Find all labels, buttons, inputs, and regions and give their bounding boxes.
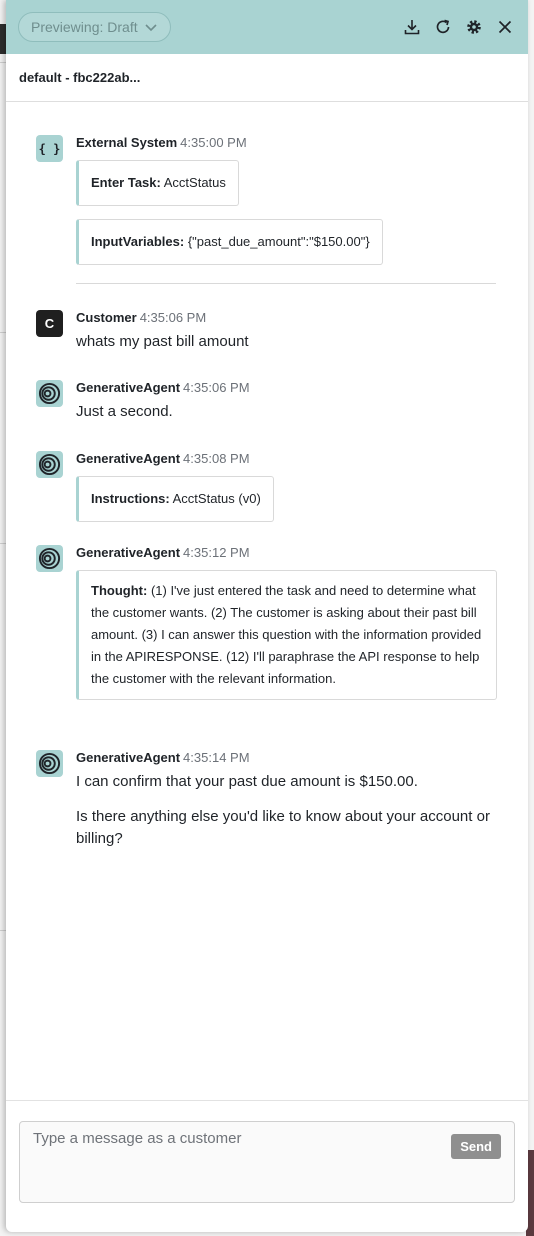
download-icon xyxy=(404,20,420,35)
preview-panel: Previewing: Draft default - fbc222ab... … xyxy=(6,0,528,1232)
message-text: whats my past bill amount xyxy=(76,333,249,350)
download-button[interactable] xyxy=(403,18,421,36)
agent-logo-icon xyxy=(38,453,61,476)
message-time: 4:35:08 PM xyxy=(183,451,250,466)
close-icon xyxy=(498,20,512,34)
card-value: {"past_due_amount":"$150.00"} xyxy=(187,234,370,249)
message-time: 4:35:06 PM xyxy=(183,380,250,395)
message-sender: GenerativeAgent xyxy=(76,750,181,765)
message-agent: GenerativeAgent 4:35:08 PM Instructions: … xyxy=(36,451,496,522)
message-customer: C Customer 4:35:06 PM whats my past bill … xyxy=(36,310,496,353)
card-value: (1) I've just entered the task and need … xyxy=(91,583,482,686)
card-label: Enter Task: xyxy=(91,175,161,190)
card-label: Instructions: xyxy=(91,491,170,506)
message-sender: GenerativeAgent xyxy=(76,545,181,560)
message-text: I can confirm that your past due amount … xyxy=(76,771,496,850)
agent-avatar xyxy=(36,545,63,572)
instructions-card: Instructions: AcctStatus (v0) xyxy=(76,476,496,522)
conversation-log: { } External System 4:35:00 PM Enter Task… xyxy=(6,103,528,1098)
input-variables-card: InputVariables: {"past_due_amount":"$150… xyxy=(76,219,496,265)
card-value: AcctStatus (v0) xyxy=(172,491,261,506)
agent-avatar xyxy=(36,380,63,407)
agent-logo-icon xyxy=(38,752,61,775)
agent-avatar xyxy=(36,451,63,478)
thought-card: Thought: (1) I've just entered the task … xyxy=(76,570,497,700)
refresh-button[interactable] xyxy=(434,18,452,36)
composer-area: Send xyxy=(6,1100,528,1232)
agent-logo-icon xyxy=(38,547,61,570)
message-paragraph: Is there anything else you'd like to kno… xyxy=(76,808,490,847)
message-sender: GenerativeAgent xyxy=(76,451,181,466)
close-button[interactable] xyxy=(496,18,514,36)
settings-button[interactable] xyxy=(465,18,483,36)
system-avatar: { } xyxy=(36,135,63,162)
message-sender: Customer xyxy=(76,310,137,325)
message-agent: GenerativeAgent 4:35:14 PM I can confirm … xyxy=(36,750,496,850)
message-sender: GenerativeAgent xyxy=(76,380,181,395)
enter-task-card: Enter Task: AcctStatus xyxy=(76,160,496,206)
send-button[interactable]: Send xyxy=(451,1134,501,1159)
message-time: 4:35:14 PM xyxy=(183,750,250,765)
card-value: AcctStatus xyxy=(163,175,226,190)
card-label: InputVariables: xyxy=(91,234,185,249)
preview-version-dropdown[interactable]: Previewing: Draft xyxy=(18,12,171,42)
message-input[interactable] xyxy=(33,1130,433,1147)
gear-icon xyxy=(467,20,481,34)
message-agent: GenerativeAgent 4:35:12 PM Thought: (1) I… xyxy=(36,545,497,700)
session-title: default - fbc222ab... xyxy=(6,54,528,102)
message-time: 4:35:00 PM xyxy=(180,135,247,150)
message-paragraph: I can confirm that your past due amount … xyxy=(76,773,418,790)
message-time: 4:35:12 PM xyxy=(183,545,250,560)
message-composer: Send xyxy=(19,1121,515,1203)
message-sender: External System xyxy=(76,135,178,150)
message-time: 4:35:06 PM xyxy=(139,310,207,325)
message-text: Just a second. xyxy=(76,403,173,420)
customer-avatar: C xyxy=(36,310,63,337)
task-divider xyxy=(76,283,496,284)
message-agent: GenerativeAgent 4:35:06 PM Just a second. xyxy=(36,380,496,423)
panel-topbar: Previewing: Draft xyxy=(6,0,528,54)
agent-avatar xyxy=(36,750,63,777)
agent-logo-icon xyxy=(38,382,61,405)
card-label: Thought: xyxy=(91,583,148,598)
preview-label: Previewing: Draft xyxy=(31,19,138,35)
refresh-icon xyxy=(436,19,450,34)
chevron-down-icon xyxy=(145,24,157,32)
message-external-system: { } External System 4:35:00 PM Enter Task… xyxy=(36,135,496,265)
